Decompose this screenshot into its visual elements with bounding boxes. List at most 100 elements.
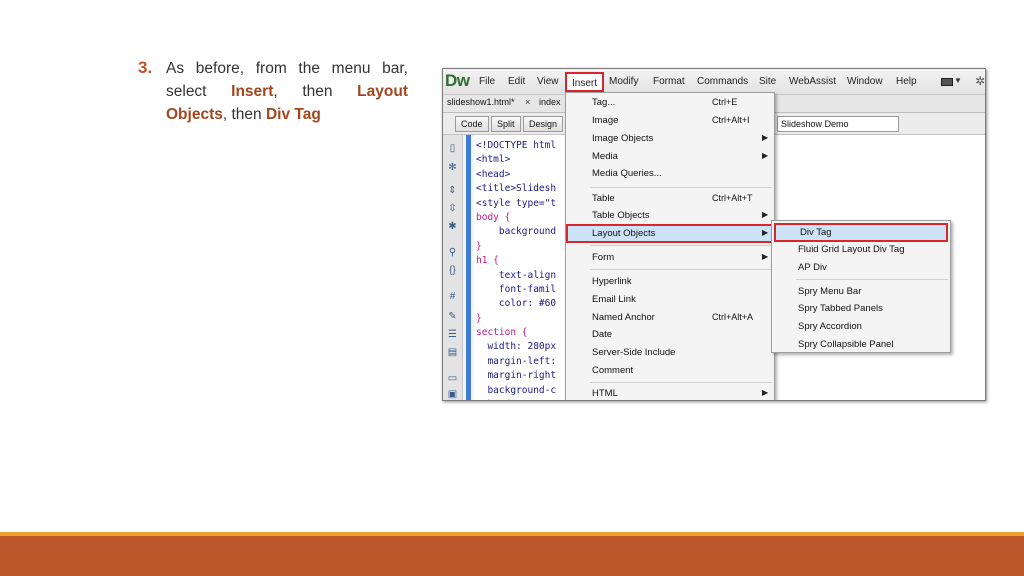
workspace-layout-icon[interactable]: [941, 78, 953, 86]
instruction-text: , then: [222, 106, 266, 123]
menu-separator: [590, 269, 772, 270]
insert-menu-item[interactable]: Table Objects ▶: [566, 208, 774, 225]
tab-index[interactable]: index: [539, 97, 561, 107]
close-icon[interactable]: ×: [525, 97, 530, 107]
submenu-arrow-icon: ▶: [762, 151, 769, 160]
submenu-arrow-icon: ▶: [762, 252, 769, 261]
menu-item-label: Image: [592, 115, 619, 126]
menu-format[interactable]: Format: [653, 76, 685, 87]
insert-menu-item[interactable]: Image Objects ▶: [566, 131, 774, 148]
menu-item-label: Fluid Grid Layout Div Tag: [798, 244, 905, 255]
wrap-tag-icon[interactable]: ▭: [446, 373, 459, 385]
menu-separator: [590, 245, 772, 246]
submenu-item[interactable]: Spry Tabbed Panels: [772, 301, 950, 318]
insert-menu-item[interactable]: HTML ▶: [566, 386, 774, 400]
shortcut-label: Ctrl+E: [712, 97, 738, 107]
insert-menu-item[interactable]: Server-Side Include: [566, 345, 774, 362]
menu-item-label: Media: [592, 151, 618, 162]
shortcut-label: Ctrl+Alt+A: [712, 312, 754, 322]
footer-bar: [0, 536, 1024, 576]
balance-braces-icon[interactable]: {}: [446, 265, 459, 277]
open-documents-icon[interactable]: ▯: [446, 143, 459, 155]
menu-separator: [796, 279, 948, 280]
menu-webassist[interactable]: WebAssist: [789, 76, 836, 87]
line-numbers-icon[interactable]: #: [446, 291, 459, 303]
menu-item-label: Named Anchor: [592, 312, 655, 323]
menu-item-label: Email Link: [592, 294, 636, 305]
select-parent-tag-icon[interactable]: ⚲: [446, 247, 459, 259]
menu-item-label: HTML: [592, 388, 618, 399]
menu-item-label: Date: [592, 329, 613, 340]
menu-item-label: Media Queries...: [592, 168, 662, 179]
design-view-button[interactable]: Design: [523, 116, 564, 132]
insert-menu-item[interactable]: Image Ctrl+Alt+I: [566, 113, 774, 130]
expand-all-icon[interactable]: ✱: [446, 221, 459, 233]
menu-modify[interactable]: Modify: [609, 76, 638, 87]
insert-menu-item[interactable]: Named Anchor Ctrl+Alt+A: [566, 310, 774, 327]
submenu-item[interactable]: AP Div: [772, 260, 950, 277]
submenu-arrow-icon: ▶: [762, 228, 769, 237]
highlight-div-tag: Div Tag: [265, 106, 321, 123]
submenu-item[interactable]: Spry Accordion: [772, 319, 950, 336]
menu-item-label: Form: [592, 252, 615, 263]
collapse-selection-icon[interactable]: ⇳: [446, 203, 459, 215]
step-instruction: As before, from the menu bar, select Ins…: [166, 57, 408, 126]
highlight-invalid-code-icon[interactable]: ✎: [446, 311, 459, 323]
collapse-tag-icon[interactable]: ⇕: [446, 185, 459, 197]
tab-slideshow1[interactable]: slideshow1.html*: [447, 97, 515, 107]
menu-commands[interactable]: Commands: [697, 76, 748, 87]
menu-help[interactable]: Help: [896, 76, 917, 87]
menu-item-label: Div Tag: [800, 227, 832, 238]
submenu-item-div-tag[interactable]: Div Tag: [774, 223, 948, 242]
layout-objects-submenu: Div Tag Fluid Grid Layout Div Tag AP Div…: [771, 220, 951, 353]
menu-item-label: Spry Tabbed Panels: [798, 303, 883, 314]
menu-separator: [590, 382, 772, 383]
menu-item-label: Spry Menu Bar: [798, 286, 862, 297]
insert-menu-item[interactable]: Comment: [566, 363, 774, 380]
menu-window[interactable]: Window: [847, 76, 883, 87]
insert-menu-item[interactable]: Table Ctrl+Alt+T: [566, 191, 774, 208]
menu-insert[interactable]: Insert: [565, 72, 605, 92]
chevron-down-icon[interactable]: ▼: [954, 76, 962, 85]
code-view-button[interactable]: Code: [455, 116, 489, 132]
insert-menu-item[interactable]: Hyperlink: [566, 274, 774, 291]
insert-menu-item[interactable]: Form ▶: [566, 250, 774, 267]
submenu-arrow-icon: ▶: [762, 388, 769, 397]
dreamweaver-logo: Dw: [445, 71, 470, 90]
menu-file[interactable]: File: [479, 76, 495, 87]
document-title-input[interactable]: Slideshow Demo: [777, 116, 899, 132]
menu-view[interactable]: View: [537, 76, 559, 87]
menu-site[interactable]: Site: [759, 76, 776, 87]
menu-item-label: Table: [592, 193, 615, 204]
menu-item-label: Layout Objects: [592, 228, 656, 239]
insert-menu-item[interactable]: Media ▶: [566, 149, 774, 166]
menu-item-label: Table Objects: [592, 210, 650, 221]
submenu-item[interactable]: Spry Menu Bar: [772, 284, 950, 301]
split-view-button[interactable]: Split: [491, 116, 521, 132]
menu-edit[interactable]: Edit: [508, 76, 525, 87]
show-code-navigator-icon[interactable]: ✻: [446, 162, 459, 174]
submenu-arrow-icon: ▶: [762, 133, 769, 142]
menu-item-label: Server-Side Include: [592, 347, 676, 358]
submenu-item[interactable]: Spry Collapsible Panel: [772, 337, 950, 354]
submenu-item[interactable]: Fluid Grid Layout Div Tag: [772, 242, 950, 259]
menu-item-label: Hyperlink: [592, 276, 632, 287]
apply-comment-icon[interactable]: ☰: [446, 329, 459, 341]
menu-item-label: Spry Accordion: [798, 321, 862, 332]
insert-menu-item[interactable]: Date: [566, 327, 774, 344]
insert-menu-item[interactable]: Media Queries...: [566, 166, 774, 183]
menu-item-label: Spry Collapsible Panel: [798, 339, 894, 350]
gear-icon[interactable]: ✲: [975, 74, 985, 88]
dreamweaver-screenshot: Dw File Edit View Insert Modify Format C…: [442, 68, 986, 401]
insert-menu-item[interactable]: Email Link: [566, 292, 774, 309]
insert-menu-item-layout-objects[interactable]: Layout Objects ▶: [566, 224, 774, 243]
recent-snippets-icon[interactable]: ▣: [446, 389, 459, 400]
menu-separator: [590, 187, 772, 188]
coding-toolbar: ▯ ✻ ⇕ ⇳ ✱ ⚲ {} # ✎ ☰ ▤ ▭ ▣: [443, 135, 463, 400]
menu-item-label: Tag...: [592, 97, 616, 108]
shortcut-label: Ctrl+Alt+T: [712, 193, 753, 203]
insert-menu-item[interactable]: Tag... Ctrl+E: [566, 95, 774, 112]
instruction-text: , then: [273, 83, 358, 100]
remove-comment-icon[interactable]: ▤: [446, 347, 459, 359]
shortcut-label: Ctrl+Alt+I: [712, 115, 750, 125]
